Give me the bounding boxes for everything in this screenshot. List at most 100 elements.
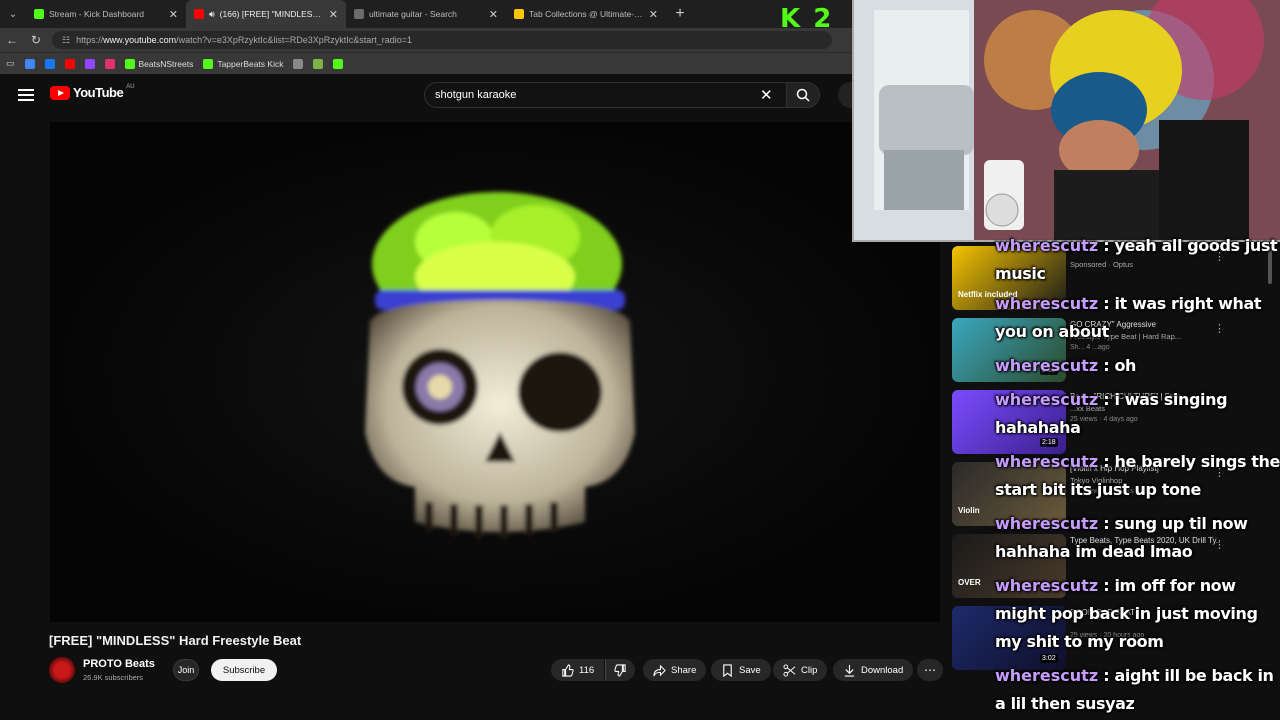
download-button[interactable]: Download: [833, 659, 914, 681]
bookmark-item[interactable]: [64, 58, 75, 69]
site-info-icon[interactable]: ☷: [62, 35, 70, 46]
chat-message: wherescutz : i was singing hahahaha: [995, 386, 1280, 442]
thumbnail-text: Violin: [958, 506, 980, 515]
like-count: 116: [579, 664, 595, 676]
tab-favicon-icon: [514, 9, 524, 19]
more-icon: ⋯: [924, 663, 936, 677]
subscriber-count: 26.9K subscribers: [83, 673, 144, 682]
bookmark-item[interactable]: [333, 58, 344, 69]
chat-username: wherescutz: [995, 666, 1099, 685]
channel-avatar[interactable]: [49, 657, 75, 683]
speaker-icon[interactable]: 🔊︎: [209, 9, 215, 20]
chat-message: wherescutz : it was right what you on ab…: [995, 290, 1280, 346]
bookmark-icon: [723, 663, 732, 677]
menu-icon[interactable]: [18, 87, 34, 103]
browser-tab[interactable]: Tab Collections @ Ultimate-Guitar ✕: [506, 0, 666, 28]
tab-close-icon[interactable]: ✕: [169, 8, 178, 21]
browser-tab[interactable]: 🔊︎ (166) [FREE] "MINDLESS" Hard Freestyle…: [186, 0, 346, 28]
youtube-play-icon: [50, 85, 70, 100]
new-tab-button[interactable]: +: [666, 5, 694, 23]
bookmark-favicon-icon: [104, 58, 115, 69]
more-actions-button[interactable]: ⋯: [917, 659, 943, 681]
tab-title: Stream - Kick Dashboard: [49, 9, 144, 19]
bookmark-favicon-icon: [313, 58, 324, 69]
url-domain: www.youtube.com: [103, 35, 177, 45]
bookmark-label: BeatsNStreets: [138, 58, 194, 69]
search-icon: [796, 88, 810, 102]
download-label: Download: [861, 664, 904, 676]
back-icon[interactable]: ←: [0, 33, 24, 47]
chat-username: wherescutz: [995, 576, 1099, 595]
chat-username: wherescutz: [995, 236, 1099, 255]
tab-close-icon[interactable]: ✕: [489, 8, 498, 21]
chat-username: wherescutz: [995, 390, 1099, 409]
tab-close-icon[interactable]: ✕: [329, 8, 338, 21]
voice-search-button[interactable]: [838, 82, 852, 108]
region-code: AU: [126, 83, 135, 90]
bookmark-item[interactable]: [104, 58, 115, 69]
bookmark-favicon-icon: [293, 58, 304, 69]
tabs: Stream - Kick Dashboard ✕ 🔊︎ (166) [FREE] "…: [26, 0, 666, 28]
bookmark-item[interactable]: [44, 58, 55, 69]
thumbs-down-icon: [614, 663, 626, 677]
chat-message: wherescutz : sung up til now hahhaha im …: [995, 510, 1280, 566]
browser-tab[interactable]: ultimate guitar - Search ✕: [346, 0, 506, 28]
search-input[interactable]: shotgun karaoke: [424, 82, 788, 108]
join-button[interactable]: Join: [173, 659, 199, 681]
bookmarks-menu-icon[interactable]: ▭: [6, 58, 15, 69]
chat-username: wherescutz: [995, 514, 1099, 533]
tab-search-button[interactable]: ⌄: [0, 0, 26, 28]
chat-message: wherescutz : aight ill be back in a lil …: [995, 662, 1280, 718]
browser-tab-bar: ⌄ Stream - Kick Dashboard ✕ 🔊︎ (166) [FREE]…: [0, 0, 852, 28]
tab-close-icon[interactable]: ✕: [649, 8, 658, 21]
youtube-wordmark: YouTube: [73, 85, 124, 100]
chat-username: wherescutz: [995, 356, 1099, 375]
webcam-feed: [852, 0, 1280, 242]
chat-message: wherescutz : he barely sings the start b…: [995, 448, 1280, 504]
url-field[interactable]: ☷ https://www.youtube.com/watch?v=e3XpRz…: [52, 31, 832, 49]
bookmark-favicon-icon: [64, 58, 75, 69]
bookmark-item[interactable]: [24, 58, 35, 69]
reload-icon[interactable]: ↻: [24, 33, 48, 47]
url-prefix: https://: [76, 35, 104, 45]
tab-favicon-icon: [34, 9, 44, 19]
like-button[interactable]: 116: [551, 659, 605, 681]
dislike-button[interactable]: [605, 659, 635, 681]
chat-message: wherescutz : yeah all goods just music: [995, 232, 1280, 288]
tab-favicon-icon: [354, 9, 364, 19]
screen-root: { "browser": { "tabs": [ {"title": "Stre…: [0, 0, 1280, 720]
video-title: [FREE] "MINDLESS" Hard Freestyle Beat: [49, 633, 302, 648]
bookmark-item[interactable]: TapperBeats Kick: [203, 58, 283, 69]
bookmark-favicon-icon: [124, 58, 135, 69]
share-icon: [653, 664, 666, 676]
bookmark-favicon-icon: [24, 58, 35, 69]
clip-button[interactable]: Clip: [773, 659, 828, 681]
bookmark-item[interactable]: [293, 58, 304, 69]
scissors-icon: [783, 663, 796, 677]
bookmark-item[interactable]: [84, 58, 95, 69]
bookmarks-bar: ▭ BeatsNStreets TapperBeats Kick: [0, 52, 852, 74]
bookmark-favicon-icon: [84, 58, 95, 69]
youtube-logo[interactable]: YouTube AU: [50, 83, 135, 100]
subscribe-button[interactable]: Subscribe: [211, 659, 277, 681]
clear-search-icon[interactable]: ✕: [760, 86, 773, 104]
chat-overlay: wherescutz : yeah all goods just music wh…: [995, 232, 1280, 720]
search-button[interactable]: [786, 82, 820, 108]
url-path: /watch?v=e3XpRzyktIc&list=RDe3XpRzyktIc&…: [176, 35, 412, 45]
youtube-header: YouTube AU shotgun karaoke ✕: [0, 74, 852, 116]
share-button[interactable]: Share: [643, 659, 707, 681]
bookmark-item[interactable]: BeatsNStreets: [124, 58, 194, 69]
tab-favicon-icon: [194, 9, 204, 19]
bookmark-favicon-icon: [44, 58, 55, 69]
video-player[interactable]: [50, 122, 940, 622]
browser-tab[interactable]: Stream - Kick Dashboard ✕: [26, 0, 186, 28]
skull-artwork: [365, 192, 635, 539]
channel-row: PROTO Beats 26.9K subscribers Join Subsc…: [49, 656, 949, 684]
save-button[interactable]: Save: [711, 659, 771, 681]
bookmark-item[interactable]: [313, 58, 324, 69]
channel-name[interactable]: PROTO Beats: [83, 658, 155, 670]
save-label: Save: [739, 664, 761, 676]
bookmark-favicon-icon: [203, 58, 214, 69]
download-icon: [844, 664, 855, 677]
webcam-image: [854, 0, 1280, 240]
